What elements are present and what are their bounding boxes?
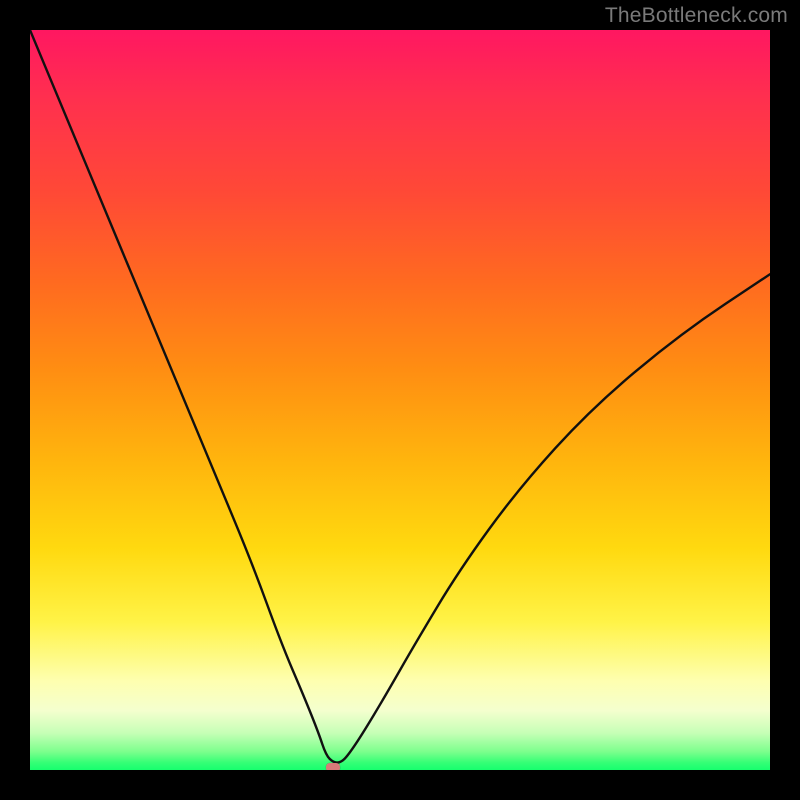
watermark-text: TheBottleneck.com (605, 4, 788, 28)
plot-area (30, 30, 770, 770)
optimum-marker (326, 763, 340, 770)
bottleneck-curve (30, 30, 770, 763)
curve-layer (30, 30, 770, 770)
chart-frame: TheBottleneck.com (0, 0, 800, 800)
